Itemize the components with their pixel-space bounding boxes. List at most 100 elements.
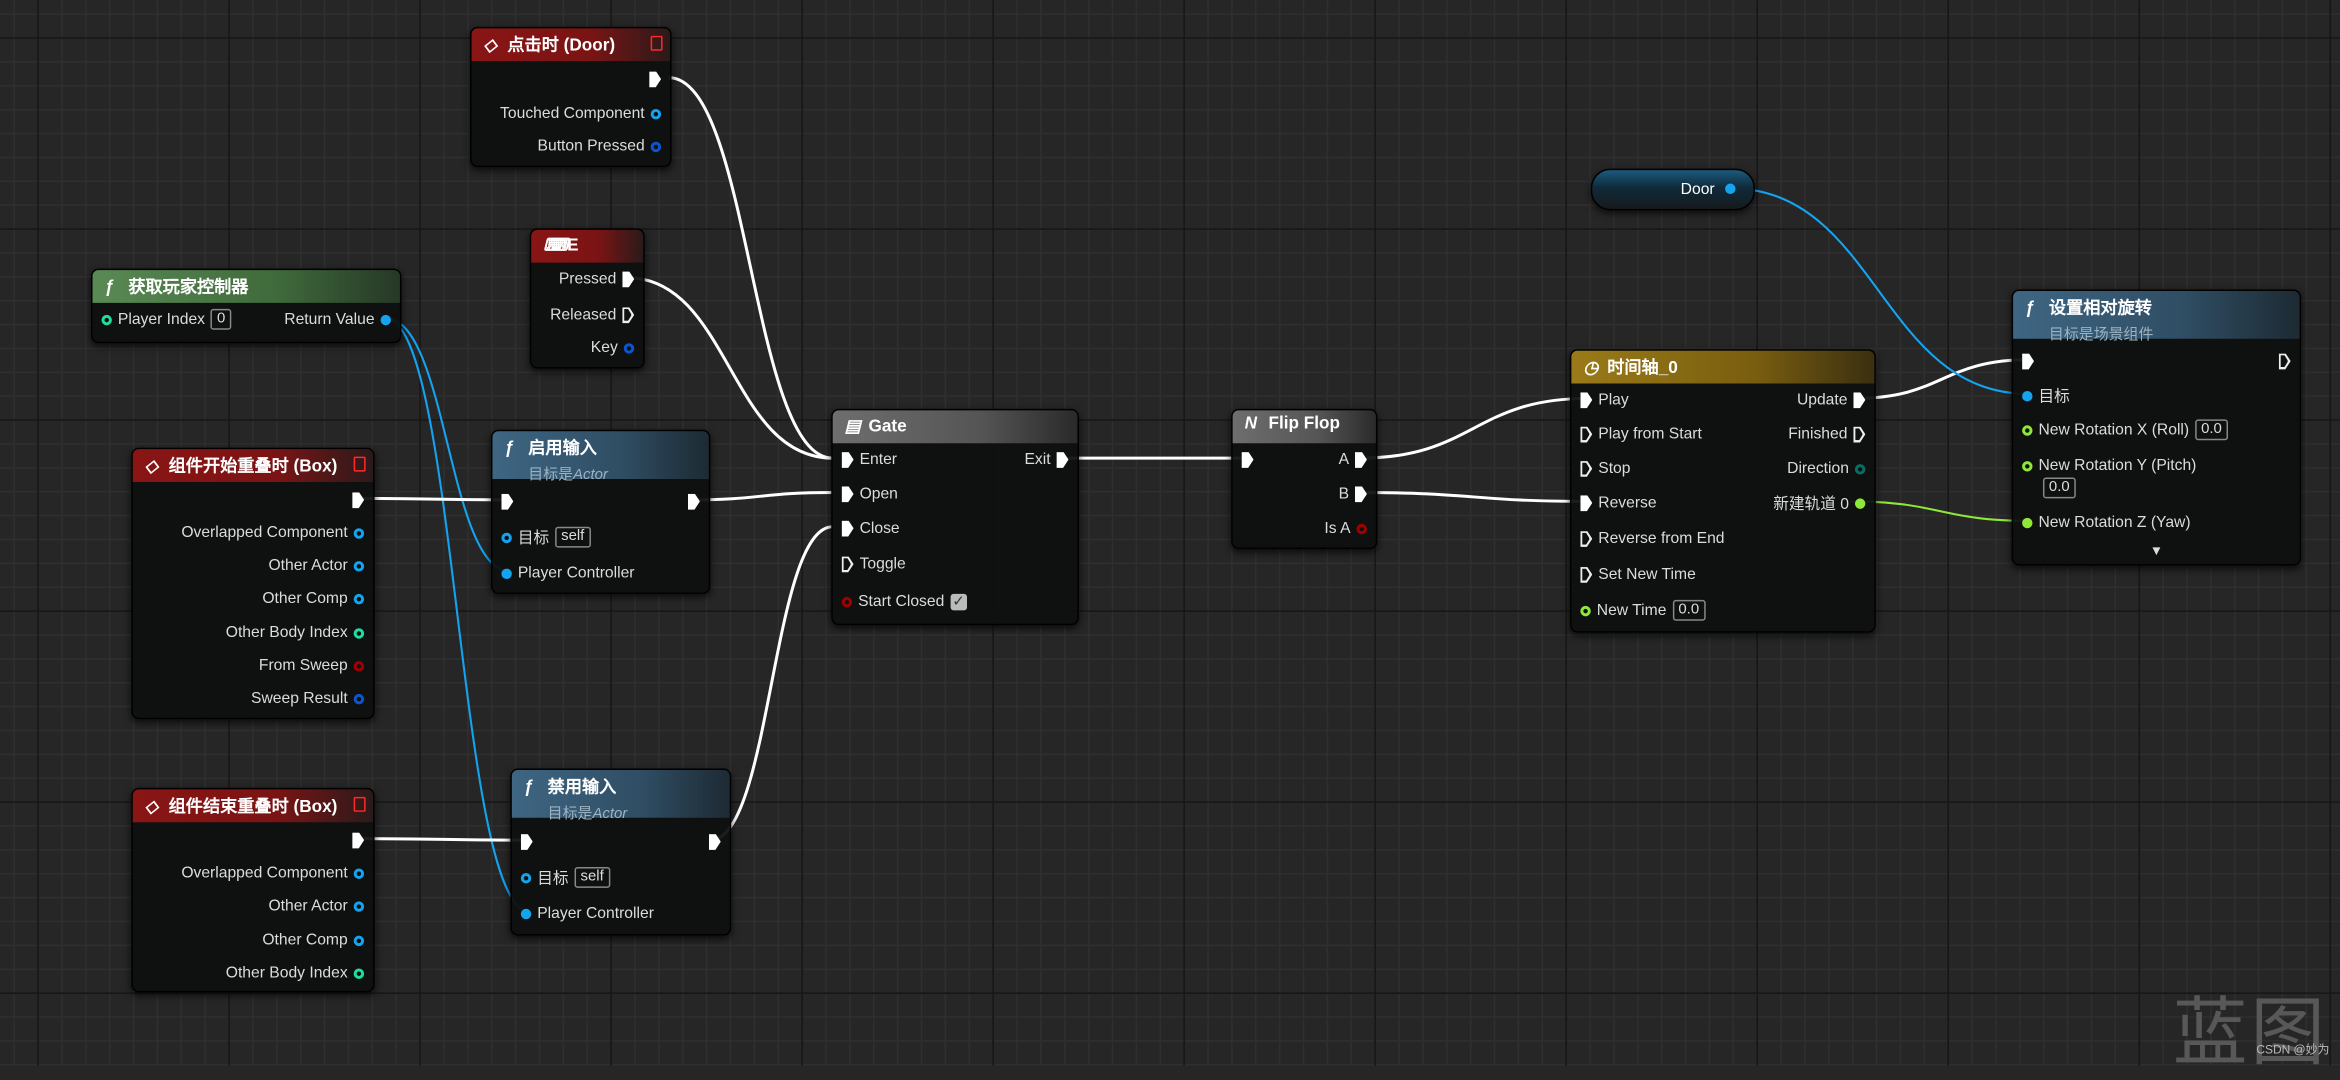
pin-key-out[interactable]: Key — [591, 336, 635, 360]
pin---in[interactable]: 目标 self — [501, 525, 591, 549]
node-set-relative-rotation[interactable]: ƒ 设置相对旋转 目标是场景组件 目标 New Rotation X (Roll) 0.0… — [2011, 289, 2302, 566]
byte-pin-icon[interactable] — [1854, 463, 1866, 474]
bool-pin-icon[interactable] — [1356, 523, 1367, 534]
wire-controller-to-disable-input[interactable] — [384, 316, 530, 913]
pin-other-comp-out[interactable]: Other Comp — [262, 928, 365, 952]
exec-pin-icon[interactable] — [520, 833, 533, 850]
object-pin-icon[interactable] — [353, 900, 365, 912]
pin-overlapped-component-out[interactable]: Overlapped Component — [181, 861, 365, 885]
struct-pin-icon[interactable] — [623, 342, 635, 353]
pin---in[interactable]: 目标 — [2022, 384, 2070, 408]
object-pin-icon[interactable] — [650, 108, 662, 119]
pin-button-pressed-out[interactable]: Button Pressed — [538, 134, 662, 158]
pin-finished-out[interactable]: Finished — [1788, 422, 1866, 446]
pin-player-controller-in[interactable]: Player Controller — [501, 561, 635, 585]
exec-pin-icon[interactable] — [1580, 391, 1593, 409]
object-pin-icon[interactable] — [353, 867, 365, 879]
float-pin-icon[interactable] — [1854, 497, 1866, 509]
node-header[interactable]: ◷ 时间轴_0 — [1571, 350, 1875, 384]
exec-pin-icon[interactable] — [649, 70, 662, 88]
exec-pin-icon[interactable] — [1853, 426, 1866, 443]
float-pin-icon[interactable] — [1580, 605, 1591, 616]
pin-player-index-in[interactable]: Player Index 0 — [101, 307, 232, 331]
exec-pin-icon[interactable] — [841, 451, 854, 468]
pin-pressed-out[interactable]: Pressed — [559, 267, 635, 291]
checkbox[interactable]: ✓ — [950, 593, 967, 610]
pin-toggle-in[interactable]: Toggle — [841, 552, 906, 576]
exec-pin-icon[interactable] — [708, 833, 721, 850]
pin-play-from-start-in[interactable]: Play from Start — [1580, 422, 1702, 446]
exec-pin-icon[interactable] — [1355, 451, 1367, 468]
pin-overlapped-component-out[interactable]: Overlapped Component — [181, 521, 365, 545]
node-timeline[interactable]: ◷ 时间轴_0 Play Update Play from Start Finished S… — [1569, 349, 1876, 633]
object-pin-icon[interactable] — [353, 560, 365, 571]
pin-enter-in[interactable]: Enter — [841, 448, 897, 472]
pin-new-rotation-y-pitch--in[interactable]: New Rotation Y (Pitch) 0.0 — [2022, 454, 2196, 499]
node-end-overlap[interactable]: ◇ 组件结束重叠时 (Box) Overlapped Component Other … — [131, 787, 375, 993]
exec-pin-icon[interactable] — [2278, 352, 2291, 370]
exec-pin-icon[interactable] — [1355, 485, 1367, 503]
node-header[interactable]: ƒ 启用输入 目标是Actor — [492, 431, 709, 484]
pin-is-a-out[interactable]: Is A — [1324, 516, 1367, 540]
pin-close-in[interactable]: Close — [841, 516, 900, 540]
exec-pin-icon[interactable] — [352, 491, 365, 509]
pin-default-value[interactable]: 0.0 — [2042, 477, 2076, 499]
wire-flipflop-b-to-reverse[interactable] — [1359, 490, 1588, 503]
pin-exec-out[interactable] — [352, 488, 365, 512]
pin-default-value[interactable]: 0.0 — [2195, 419, 2228, 441]
delegate-pin-icon[interactable] — [353, 796, 366, 812]
pin-player-controller-in[interactable]: Player Controller — [520, 901, 654, 925]
pin-from-sweep-out[interactable]: From Sweep — [259, 654, 365, 678]
pin-reverse-from-end-in[interactable]: Reverse from End — [1580, 527, 1725, 551]
node-key-e[interactable]: ⌨E Pressed Released Key — [529, 228, 645, 369]
pin-sweep-result-out[interactable]: Sweep Result — [251, 686, 365, 710]
struct-pin-icon[interactable] — [650, 141, 662, 152]
node-disable-input[interactable]: ƒ 禁用输入 目标是Actor 目标 self Player Controller — [510, 768, 732, 936]
node-flip-flop[interactable]: N Flip Flop A B Is A — [1231, 408, 1378, 550]
pin-exec-in[interactable] — [520, 830, 533, 854]
pin-released-out[interactable]: Released — [550, 303, 635, 327]
wire-begin-overlap-to-enable[interactable] — [359, 496, 508, 502]
pin-touched-component-out[interactable]: Touched Component — [500, 101, 662, 125]
pin-default-value[interactable]: 0.0 — [1672, 599, 1706, 621]
object-pin-icon[interactable] — [501, 567, 512, 579]
float-pin-icon[interactable] — [2022, 460, 2033, 471]
pin-default-value[interactable]: 0 — [210, 308, 232, 330]
exec-pin-icon[interactable] — [841, 520, 854, 537]
pin-start-closed-in[interactable]: Start Closed ✓ — [841, 589, 967, 613]
object-pin-icon[interactable] — [520, 908, 532, 919]
pin-direction-out[interactable]: Direction — [1787, 457, 1866, 481]
pin-exec-out[interactable] — [649, 67, 662, 91]
pin---in[interactable]: 目标 self — [520, 866, 610, 890]
struct-pin-icon[interactable] — [353, 693, 365, 704]
node-header[interactable]: ◇ 点击时 (Door) — [471, 28, 671, 62]
exec-pin-icon[interactable] — [841, 485, 854, 503]
node-enable-input[interactable]: ƒ 启用输入 目标是Actor 目标 self Player Controller — [490, 429, 711, 594]
node-gate[interactable]: ▤ Gate Enter Exit Open Close Toggle Start Close… — [831, 408, 1079, 626]
pin-other-actor-out[interactable]: Other Actor — [268, 894, 365, 918]
pin-exec-in[interactable] — [501, 489, 514, 513]
pin-open-in[interactable]: Open — [841, 482, 898, 506]
node-header[interactable]: ⌨E — [531, 229, 644, 263]
pin-exit-out[interactable]: Exit — [1024, 448, 1069, 472]
exec-pin-icon[interactable] — [841, 555, 854, 573]
exec-pin-icon[interactable] — [622, 270, 635, 288]
exec-pin-icon[interactable] — [1580, 460, 1593, 477]
float-pin-icon[interactable] — [2022, 517, 2033, 528]
exec-pin-icon[interactable] — [1580, 530, 1593, 547]
object-pin-icon[interactable] — [380, 314, 391, 325]
wire-flipflop-a-to-play[interactable] — [1359, 396, 1588, 460]
wire-track-to-yaw[interactable] — [1850, 500, 2030, 522]
node-click-door[interactable]: ◇ 点击时 (Door) Touched Component Button Press… — [470, 26, 672, 168]
exec-pin-icon[interactable] — [352, 831, 365, 849]
pin-exec-out[interactable] — [2278, 349, 2291, 373]
node-header[interactable]: ƒ 禁用输入 目标是Actor — [511, 770, 730, 822]
int-pin-icon[interactable] — [353, 627, 365, 638]
pin-exec-out[interactable] — [687, 489, 700, 513]
node-begin-overlap[interactable]: ◇ 组件开始重叠时 (Box) Overlapped Component Other … — [131, 447, 375, 720]
pin-exec-in[interactable] — [1241, 448, 1254, 472]
object-pin-icon[interactable] — [520, 872, 532, 883]
node-header[interactable]: ◇ 组件结束重叠时 (Box) — [132, 789, 374, 823]
pin-exec-out[interactable] — [352, 828, 365, 852]
exec-pin-icon[interactable] — [1580, 494, 1593, 512]
